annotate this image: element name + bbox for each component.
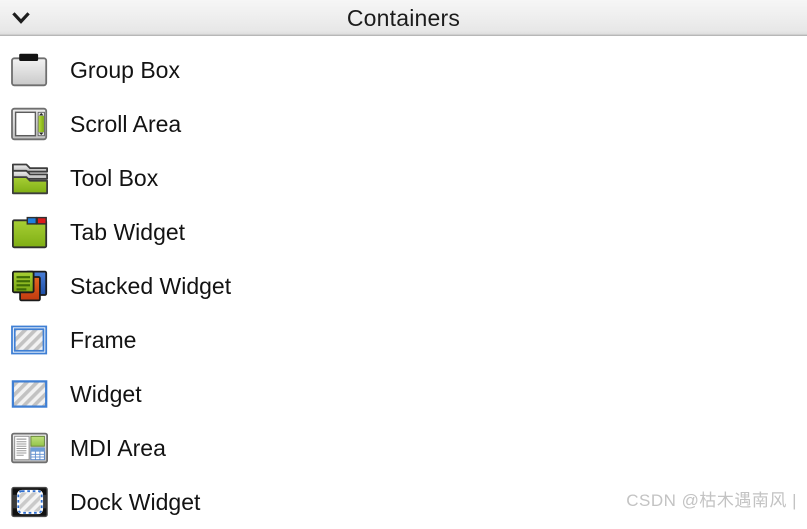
tool-box-icon: [10, 158, 52, 198]
list-item-stacked-widget[interactable]: Stacked Widget: [0, 259, 807, 313]
container-widget-list: Group Box Scroll Area Tool Box Tab Widge…: [0, 36, 807, 529]
list-item-label: Group Box: [70, 57, 180, 83]
section-header[interactable]: Containers: [0, 0, 807, 36]
list-item-frame[interactable]: Frame: [0, 313, 807, 367]
list-item-group-box[interactable]: Group Box: [0, 43, 807, 97]
list-item-scroll-area[interactable]: Scroll Area: [0, 97, 807, 151]
widget-icon: [10, 374, 52, 414]
list-item-tool-box[interactable]: Tool Box: [0, 151, 807, 205]
list-item-widget[interactable]: Widget: [0, 367, 807, 421]
list-item-label: Dock Widget: [70, 489, 201, 515]
list-item-tab-widget[interactable]: Tab Widget: [0, 205, 807, 259]
list-item-label: Stacked Widget: [70, 273, 232, 299]
tab-widget-icon: [10, 212, 52, 252]
list-item-label: Widget: [70, 381, 142, 407]
list-item-label: MDI Area: [70, 435, 166, 461]
frame-icon: [10, 320, 52, 360]
list-item-label: Tool Box: [70, 165, 159, 191]
list-item-label: Frame: [70, 327, 137, 353]
dock-widget-icon: [10, 482, 52, 522]
list-item-label: Tab Widget: [70, 219, 186, 245]
list-item-mdi-area[interactable]: MDI Area: [0, 421, 807, 475]
mdi-area-icon: [10, 428, 52, 468]
group-box-icon: [10, 50, 52, 90]
page-title: Containers: [346, 4, 461, 31]
list-item-label: Scroll Area: [70, 111, 182, 137]
stacked-widget-icon: [10, 266, 52, 306]
watermark-text: CSDN @枯木遇南风 |: [626, 491, 797, 510]
scroll-area-icon: [10, 104, 52, 144]
